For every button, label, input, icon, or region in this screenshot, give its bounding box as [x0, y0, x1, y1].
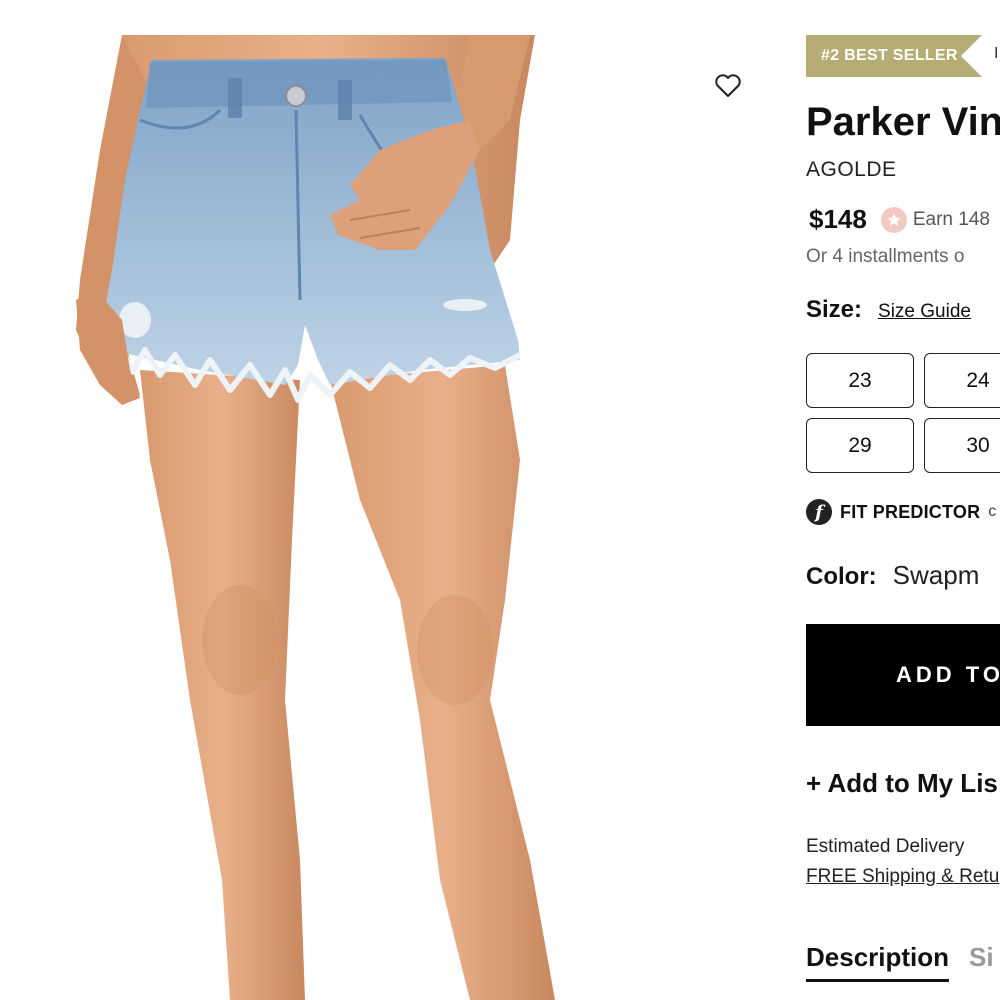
badge-secondary-text: I	[994, 45, 999, 62]
size-option-29[interactable]: 29	[806, 418, 914, 473]
product-image[interactable]	[0, 0, 760, 1000]
product-brand[interactable]: AGOLDE	[806, 158, 897, 182]
size-label: Size:	[806, 296, 863, 323]
size-option-30[interactable]: 30	[924, 418, 1000, 473]
product-tabs: Description Si	[806, 942, 994, 982]
free-shipping-link[interactable]: FREE Shipping & Retu	[806, 866, 999, 888]
product-price: $148	[809, 204, 867, 234]
size-guide-link[interactable]: Size Guide	[878, 301, 971, 323]
color-row: Color: Swapm	[806, 560, 979, 591]
product-info-panel: #2 BEST SELLER I Parker Vin AGOLDE $148 …	[806, 0, 1000, 1000]
fit-predictor-logo-icon: f	[806, 499, 832, 525]
fit-predictor-extra: c	[988, 503, 997, 520]
size-option-24[interactable]: 24	[924, 353, 1000, 408]
reward-points-text: Earn 148	[912, 208, 990, 230]
size-option-23[interactable]: 23	[806, 353, 914, 408]
fit-predictor-label: FIT PREDICTOR	[840, 501, 981, 522]
price-row: $148 Earn 148	[809, 204, 990, 235]
size-options: 23 24 29 30	[806, 353, 1000, 473]
product-title: Parker Vin	[806, 100, 1000, 144]
installments-text: Or 4 installments o	[806, 246, 965, 267]
size-header: Size: Size Guide	[806, 296, 971, 324]
tab-size[interactable]: Si	[969, 942, 994, 982]
product-page: #2 BEST SELLER I Parker Vin AGOLDE $148 …	[0, 0, 1000, 1000]
fit-predictor[interactable]: f FIT PREDICTOR c	[806, 499, 996, 525]
add-to-bag-button[interactable]: ADD TO	[806, 624, 1000, 726]
tab-description[interactable]: Description	[806, 942, 950, 982]
product-photo	[76, 35, 555, 1000]
color-value: Swapm	[892, 560, 980, 590]
heart-outline-icon	[715, 74, 741, 97]
estimated-delivery-text: Estimated Delivery	[806, 836, 965, 857]
color-label: Color:	[806, 563, 877, 590]
wishlist-button[interactable]	[710, 68, 746, 104]
best-seller-badge: #2 BEST SELLER	[806, 35, 982, 77]
star-icon	[880, 206, 907, 233]
add-to-list-button[interactable]: + Add to My Lis	[806, 768, 998, 799]
